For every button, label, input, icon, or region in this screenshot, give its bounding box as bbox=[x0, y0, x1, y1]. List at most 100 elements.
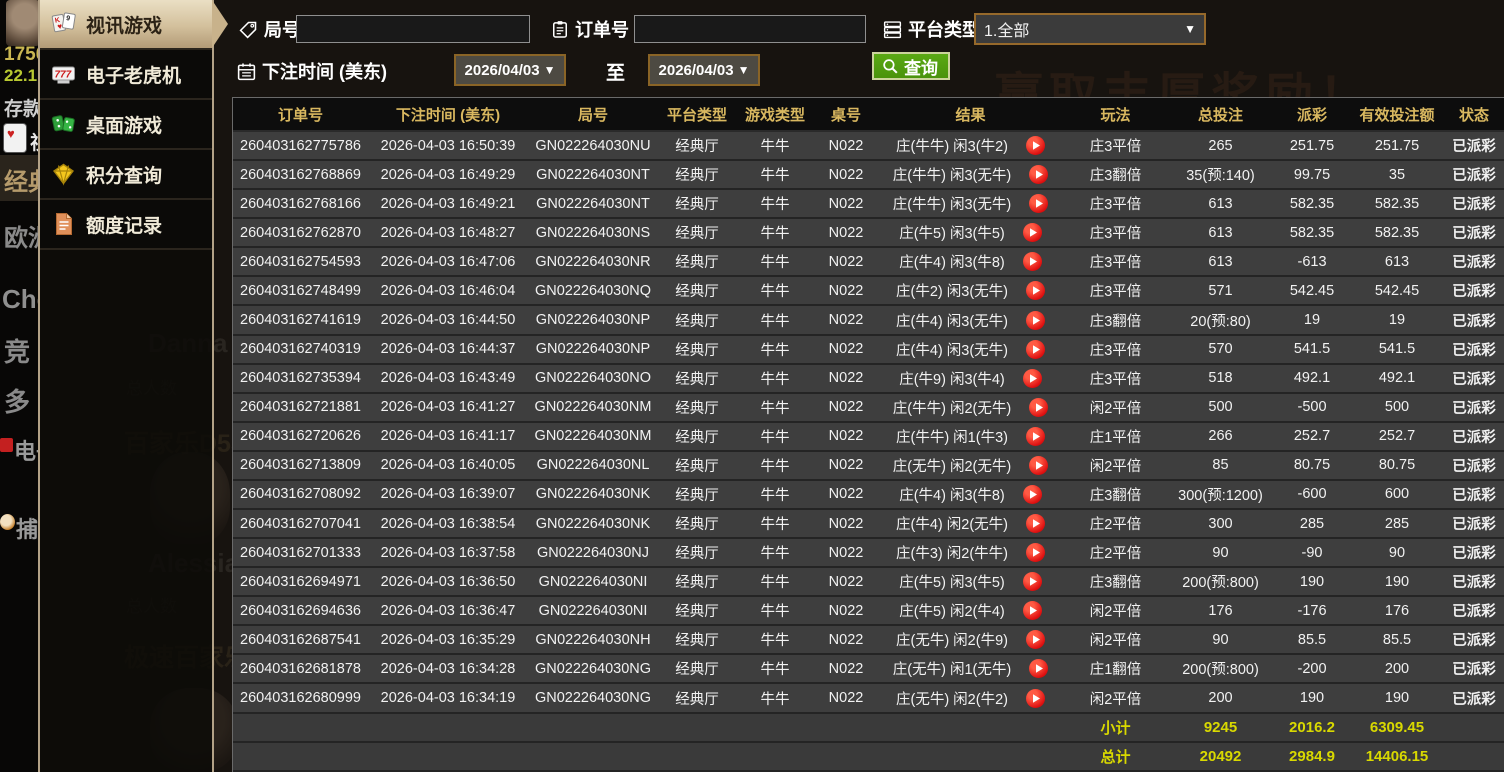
replay-play-button[interactable] bbox=[1029, 659, 1049, 679]
cell-total-bet: 266 bbox=[1168, 422, 1273, 452]
cell-empty bbox=[736, 742, 814, 772]
cell-table-number: N022 bbox=[814, 451, 878, 481]
cell-table-number: N022 bbox=[814, 190, 878, 220]
date-to-select[interactable]: 2026/04/03 ▼ bbox=[648, 54, 760, 86]
replay-play-button[interactable] bbox=[1029, 165, 1049, 185]
replay-play-button[interactable] bbox=[1025, 339, 1045, 359]
cell-total-bet: 90 bbox=[1168, 626, 1273, 656]
cell-empty bbox=[878, 713, 1063, 743]
replay-play-button[interactable] bbox=[1022, 484, 1042, 504]
cell-valid-bet: 500 bbox=[1351, 393, 1443, 423]
cell-table-number: N022 bbox=[814, 684, 878, 714]
replay-play-button[interactable] bbox=[1025, 630, 1045, 650]
cell-platform: 经典厅 bbox=[658, 510, 736, 540]
table-row: 260403162701333 2026-04-03 16:37:58 GN0222… bbox=[233, 539, 1504, 569]
sidebar-item-table-games[interactable]: 桌面游戏 bbox=[40, 100, 212, 150]
grand-total-row: 总计 20492 2984.9 14406.15 bbox=[233, 742, 1504, 772]
cell-platform: 经典厅 bbox=[658, 451, 736, 481]
cell-status: 已派彩 bbox=[1443, 219, 1504, 249]
cell-platform: 经典厅 bbox=[658, 219, 736, 249]
cell-valid-bet: 542.45 bbox=[1351, 277, 1443, 307]
cell-play-type: 庄1平倍 bbox=[1063, 422, 1168, 452]
cell-total-bet: 176 bbox=[1168, 597, 1273, 627]
replay-play-button[interactable] bbox=[1025, 310, 1045, 330]
cards-icon: K ♥ 9 bbox=[50, 11, 77, 38]
sidebar-item-document[interactable]: 额度记录 bbox=[40, 200, 212, 250]
cell-play-type: 庄3平倍 bbox=[1063, 132, 1168, 162]
cell-order-number: 260403162720626 bbox=[233, 422, 368, 452]
cell-result: 庄(牛9) 闲3(牛4) bbox=[878, 364, 1063, 394]
cell-status: 已派彩 bbox=[1443, 190, 1504, 220]
order-number-input[interactable] bbox=[634, 15, 866, 43]
search-button-text: 查询 bbox=[904, 58, 938, 78]
replay-play-button[interactable] bbox=[1025, 281, 1045, 301]
cell-bet-time: 2026-04-03 16:44:37 bbox=[368, 335, 528, 365]
sidebar-item-diamond[interactable]: 积分查询 bbox=[40, 150, 212, 200]
replay-play-button[interactable] bbox=[1022, 252, 1042, 272]
cell-order-number: 260403162713809 bbox=[233, 451, 368, 481]
cell-valid-bet: 190 bbox=[1351, 568, 1443, 598]
replay-play-button[interactable] bbox=[1022, 223, 1042, 243]
cell-empty bbox=[368, 713, 528, 743]
cell-game-type: 牛牛 bbox=[736, 335, 814, 365]
replay-play-button[interactable] bbox=[1025, 426, 1045, 446]
result-text: 庄(牛5) 闲2(牛4) bbox=[899, 604, 1005, 621]
cell-bet-time: 2026-04-03 16:43:49 bbox=[368, 364, 528, 394]
sidebar-item-cards[interactable]: K ♥ 9 视讯游戏 bbox=[40, 0, 228, 50]
sidebar-item-slot-777[interactable]: 777 电子老虎机 bbox=[40, 50, 212, 100]
cell-bet-time: 2026-04-03 16:44:50 bbox=[368, 306, 528, 336]
nav-fishing-icon bbox=[0, 514, 15, 530]
date-to-value: 2026/04/03 bbox=[658, 61, 734, 79]
column-header: 订单号 bbox=[233, 98, 368, 132]
replay-play-button[interactable] bbox=[1025, 543, 1045, 563]
nav-egames-icon bbox=[0, 438, 13, 452]
replay-play-button[interactable] bbox=[1029, 397, 1049, 417]
cell-round-number: GN022264030NM bbox=[528, 393, 658, 423]
cell-bet-time: 2026-04-03 16:37:58 bbox=[368, 539, 528, 569]
cell-play-type: 闲2平倍 bbox=[1063, 626, 1168, 656]
cell-play-type: 庄3平倍 bbox=[1063, 277, 1168, 307]
replay-play-button[interactable] bbox=[1022, 572, 1042, 592]
total-label: 小计 bbox=[1063, 713, 1168, 743]
cell-bet-time: 2026-04-03 16:49:21 bbox=[368, 190, 528, 220]
chevron-down-icon: ▼ bbox=[1184, 22, 1196, 36]
bet-time-label: 下注时间 (美东) bbox=[236, 58, 387, 84]
platform-type-select[interactable]: 1.全部 ▼ bbox=[974, 13, 1206, 45]
cell-status: 已派彩 bbox=[1443, 684, 1504, 714]
replay-play-button[interactable] bbox=[1022, 368, 1042, 388]
calendar-icon bbox=[236, 61, 257, 82]
bet-time-label-text: 下注时间 (美东) bbox=[262, 62, 387, 82]
search-button[interactable]: 查询 bbox=[872, 52, 950, 80]
svg-text:777: 777 bbox=[55, 70, 72, 81]
cell-game-type: 牛牛 bbox=[736, 364, 814, 394]
subtotal-row: 小计 9245 2016.2 6309.45 bbox=[233, 713, 1504, 743]
table-header-row: 订单号 下注时间 (美东) 局号 平台类型 游戏类型 桌号 结果 玩法 总投注 派彩 有效投注额 状态 bbox=[233, 98, 1504, 132]
cell-payout: 542.45 bbox=[1273, 277, 1351, 307]
replay-play-button[interactable] bbox=[1029, 455, 1049, 475]
cell-bet-time: 2026-04-03 16:35:29 bbox=[368, 626, 528, 656]
cell-play-type: 庄3翻倍 bbox=[1063, 568, 1168, 598]
cell-game-type: 牛牛 bbox=[736, 161, 814, 191]
cell-table-number: N022 bbox=[814, 248, 878, 278]
cell-bet-time: 2026-04-03 16:41:17 bbox=[368, 422, 528, 452]
date-from-select[interactable]: 2026/04/03 ▼ bbox=[454, 54, 566, 86]
cell-result: 庄(牛牛) 闲3(牛2) bbox=[878, 132, 1063, 162]
replay-play-button[interactable] bbox=[1025, 514, 1045, 534]
cell-game-type: 牛牛 bbox=[736, 597, 814, 627]
replay-play-button[interactable] bbox=[1022, 601, 1042, 621]
cell-result: 庄(无牛) 闲2(无牛) bbox=[878, 451, 1063, 481]
order-number-label-text: 订单号 bbox=[575, 20, 629, 40]
round-number-input[interactable] bbox=[296, 15, 530, 43]
result-text: 庄(牛9) 闲3(牛4) bbox=[899, 371, 1005, 388]
total-bet-value: 9245 bbox=[1168, 713, 1273, 743]
cell-status: 已派彩 bbox=[1443, 248, 1504, 278]
cell-payout: 582.35 bbox=[1273, 190, 1351, 220]
cell-order-number: 260403162768869 bbox=[233, 161, 368, 191]
table-row: 260403162681878 2026-04-03 16:34:28 GN0222… bbox=[233, 655, 1504, 685]
replay-play-button[interactable] bbox=[1029, 194, 1049, 214]
nav-multi-label: 多 bbox=[4, 387, 31, 417]
replay-play-button[interactable] bbox=[1025, 688, 1045, 708]
cell-order-number: 260403162768166 bbox=[233, 190, 368, 220]
replay-play-button[interactable] bbox=[1025, 136, 1045, 156]
cell-round-number: GN022264030NU bbox=[528, 132, 658, 162]
